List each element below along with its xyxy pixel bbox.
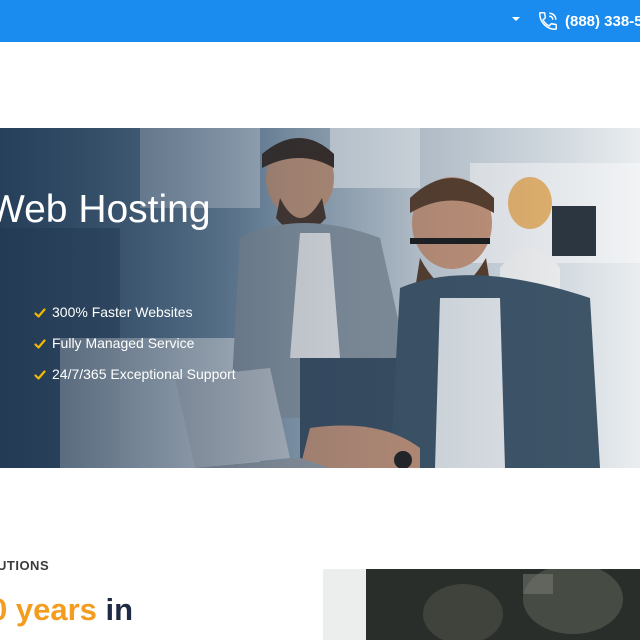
hero-feature-label: 24/7/365 Exceptional Support [52, 365, 236, 382]
caret-down-icon[interactable] [511, 14, 521, 24]
section-eyebrow: UTIONS [0, 558, 50, 573]
hero-feature-label: 300% Faster Websites [52, 303, 193, 320]
checkmark-icon [34, 368, 46, 380]
phone-link[interactable]: (888) 338-5 [537, 9, 640, 33]
hero-feature-label: Fully Managed Service [52, 334, 195, 351]
checkmark-icon [34, 306, 46, 318]
phone-icon [537, 10, 559, 32]
phone-number[interactable]: (888) 338-5 [565, 13, 640, 30]
headline-rest: in [96, 592, 134, 627]
top-bar: (888) 338-5 [0, 0, 640, 42]
hero-title: Web Hosting [0, 188, 211, 231]
hero-feature-item: Fully Managed Service [34, 327, 236, 358]
headline-accent: 0 years [0, 592, 97, 627]
hero-feature-item: 300% Faster Websites [34, 296, 236, 327]
section-headline: 0 years in [0, 592, 133, 628]
checkmark-icon [34, 337, 46, 349]
hero-feature-item: 24/7/365 Exceptional Support [34, 358, 236, 389]
section-photo [323, 569, 640, 640]
hero-feature-list: 300% Faster Websites Fully Managed Servi… [34, 296, 236, 389]
